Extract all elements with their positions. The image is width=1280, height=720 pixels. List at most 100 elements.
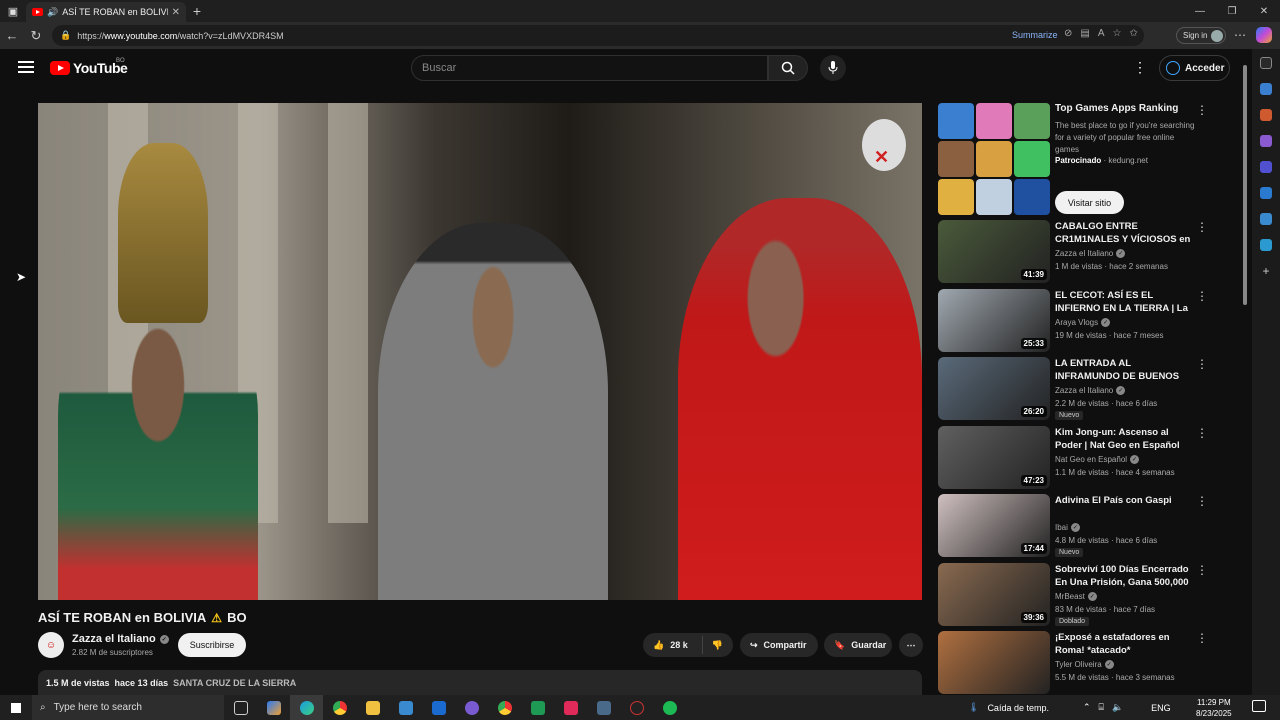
- minimize-icon[interactable]: —: [1184, 0, 1216, 22]
- page-scrollbar[interactable]: [1241, 55, 1249, 695]
- video-menu-icon[interactable]: ⋮: [1196, 631, 1208, 645]
- copilot-taskbar-icon[interactable]: [257, 695, 290, 720]
- video-menu-icon[interactable]: ⋮: [1196, 494, 1208, 508]
- translate-icon[interactable]: A: [1098, 28, 1105, 39]
- ad-game-tile[interactable]: [938, 179, 974, 215]
- related-video-title[interactable]: Sobreviví 100 Días Encerrado En Una Pris…: [1055, 563, 1193, 589]
- extension-icon[interactable]: ⊘: [1064, 28, 1072, 39]
- related-video-item[interactable]: 47:23 Kim Jong-un: Ascenso al Poder | Nat…: [938, 425, 1213, 490]
- notification-icon[interactable]: [1252, 700, 1266, 712]
- video-thumbnail[interactable]: 41:39: [938, 220, 1050, 283]
- related-channel[interactable]: Zazza el Italiano ✓: [1055, 249, 1126, 258]
- description-box[interactable]: 1.5 M de vistas hace 13 días SANTA CRUZ …: [38, 670, 922, 695]
- video-menu-icon[interactable]: ⋮: [1196, 426, 1208, 440]
- video-thumbnail[interactable]: [938, 631, 1050, 694]
- back-icon[interactable]: ←: [0, 24, 24, 48]
- ad-game-tile[interactable]: [976, 103, 1012, 139]
- close-tab-icon[interactable]: ✕: [172, 7, 180, 18]
- related-video-title[interactable]: Adivina El País con Gaspi: [1055, 494, 1193, 507]
- sidebar-outlook-icon[interactable]: [1260, 187, 1272, 199]
- save-button[interactable]: 🔖 Guardar: [824, 633, 892, 657]
- video-thumbnail[interactable]: 17:44: [938, 494, 1050, 557]
- ad-game-tile[interactable]: [938, 103, 974, 139]
- sheets-icon[interactable]: [521, 695, 554, 720]
- more-actions-button[interactable]: ⋯: [899, 633, 923, 657]
- voice-search-button[interactable]: [820, 55, 846, 81]
- video-thumbnail[interactable]: 26:20: [938, 357, 1050, 420]
- related-channel[interactable]: Araya Vlogs ✓: [1055, 317, 1111, 327]
- collections-icon[interactable]: ✩: [1129, 28, 1137, 39]
- summarize-button[interactable]: Summarize: [1012, 30, 1058, 40]
- settings-kebab-icon[interactable]: ⋮: [1133, 59, 1147, 76]
- new-tab-button[interactable]: +: [186, 0, 208, 22]
- ad-menu-icon[interactable]: ⋮: [1196, 103, 1208, 117]
- language-indicator[interactable]: ENG: [1151, 703, 1171, 713]
- ad-thumbnail-grid[interactable]: [938, 103, 1050, 215]
- taskbar-search[interactable]: ⌕ Type here to search: [32, 695, 224, 720]
- sidebar-bag-icon[interactable]: [1260, 109, 1272, 121]
- volume-icon[interactable]: 🔈: [1112, 702, 1123, 713]
- app-icon[interactable]: [455, 695, 488, 720]
- channel-avatar[interactable]: ☺: [38, 632, 64, 658]
- tiktok-icon[interactable]: [554, 695, 587, 720]
- clock[interactable]: 11:29 PM 8/23/2025: [1196, 697, 1232, 719]
- edge-icon[interactable]: [290, 695, 323, 720]
- related-video-title[interactable]: EL CECOT: ASÍ ES EL INFIERNO EN LA TIERR…: [1055, 289, 1193, 315]
- related-video-item[interactable]: 39:36 Sobreviví 100 Días Encerrado En Una…: [938, 562, 1213, 627]
- video-menu-icon[interactable]: ⋮: [1196, 563, 1208, 577]
- weather-text[interactable]: Caída de temp.: [987, 703, 1049, 713]
- window-menu-icon[interactable]: ▣: [0, 0, 26, 22]
- editor-icon[interactable]: [587, 695, 620, 720]
- ad-game-tile[interactable]: [938, 141, 974, 177]
- store-icon[interactable]: [389, 695, 422, 720]
- url-field[interactable]: 🔒 https://www.youtube.com/watch?v=zLdMVX…: [52, 25, 1144, 46]
- favorite-star-icon[interactable]: ☆: [1113, 28, 1122, 39]
- signin-button[interactable]: Acceder: [1159, 55, 1230, 81]
- maximize-icon[interactable]: ❐: [1216, 0, 1248, 22]
- sidebar-search-icon[interactable]: [1260, 57, 1272, 69]
- visit-site-button[interactable]: Visitar sitio: [1055, 191, 1124, 214]
- video-menu-icon[interactable]: ⋮: [1196, 357, 1208, 371]
- start-button[interactable]: [0, 695, 32, 720]
- browser-menu-icon[interactable]: ⋯: [1234, 28, 1246, 42]
- related-video-item[interactable]: 41:39 CABALGO ENTRE CR1M1NALES Y VÍCIOSOS…: [938, 220, 1213, 284]
- youtube-logo[interactable]: YouTube BO: [50, 58, 128, 76]
- video-thumbnail[interactable]: 39:36: [938, 562, 1050, 626]
- related-channel[interactable]: Tyler Oliveira ✓: [1055, 660, 1114, 669]
- menu-icon[interactable]: [18, 61, 34, 73]
- task-view-icon[interactable]: [224, 695, 257, 720]
- video-menu-icon[interactable]: ⋮: [1196, 220, 1208, 234]
- ad-game-tile[interactable]: [1014, 141, 1050, 177]
- browser-signin-button[interactable]: Sign in: [1176, 27, 1226, 44]
- sidebar-add-icon[interactable]: +: [1260, 265, 1272, 277]
- ad-title[interactable]: Top Games Apps Ranking: [1055, 103, 1178, 114]
- copilot-icon[interactable]: [1256, 27, 1272, 43]
- reader-icon[interactable]: ▤: [1080, 28, 1089, 39]
- related-video-title[interactable]: Kim Jong-un: Ascenso al Poder | Nat Geo …: [1055, 426, 1193, 452]
- ad-game-tile[interactable]: [976, 141, 1012, 177]
- related-channel[interactable]: Ibai ✓: [1055, 523, 1080, 532]
- related-channel[interactable]: Nat Geo en Español ✓: [1055, 454, 1140, 464]
- media-icon[interactable]: [620, 695, 653, 720]
- related-video-item[interactable]: ¡Exposé a estafadores en Roma! *atacado*…: [938, 631, 1213, 695]
- sidebar-send-icon[interactable]: [1260, 239, 1272, 251]
- sponsored-ad[interactable]: Top Games Apps Ranking The best place to…: [938, 103, 1213, 217]
- sidebar-copilot-icon[interactable]: [1260, 161, 1272, 173]
- close-window-icon[interactable]: ✕: [1248, 0, 1280, 22]
- like-button[interactable]: 👍 28 k: [643, 633, 699, 657]
- video-thumbnail[interactable]: 25:33: [938, 288, 1050, 352]
- tray-chevron-icon[interactable]: ⌃: [1083, 702, 1091, 713]
- network-icon[interactable]: ⌸: [1099, 702, 1104, 713]
- spotify-icon[interactable]: [653, 695, 686, 720]
- ad-game-tile[interactable]: [976, 179, 1012, 215]
- related-video-item[interactable]: 17:44 Adivina El País con Gaspi Ibai ✓ 4.8 M…: [938, 494, 1213, 558]
- related-video-item[interactable]: 25:33 EL CECOT: ASÍ ES EL INFIERNO EN LA …: [938, 288, 1213, 353]
- sidebar-office-icon[interactable]: [1260, 213, 1272, 225]
- channel-name[interactable]: Zazza el Italiano ✓: [72, 633, 169, 645]
- video-thumbnail[interactable]: 47:23: [938, 425, 1050, 489]
- related-video-title[interactable]: ¡Exposé a estafadores en Roma! *atacado*: [1055, 631, 1193, 657]
- speaker-icon[interactable]: 🔊: [47, 7, 58, 18]
- related-channel[interactable]: Zazza el Italiano ✓: [1055, 386, 1126, 395]
- search-button[interactable]: [768, 55, 808, 81]
- browser-tab-active[interactable]: 🔊 ASÍ TE ROBAN en BOLIVIA ⚠️ ✕: [26, 2, 186, 22]
